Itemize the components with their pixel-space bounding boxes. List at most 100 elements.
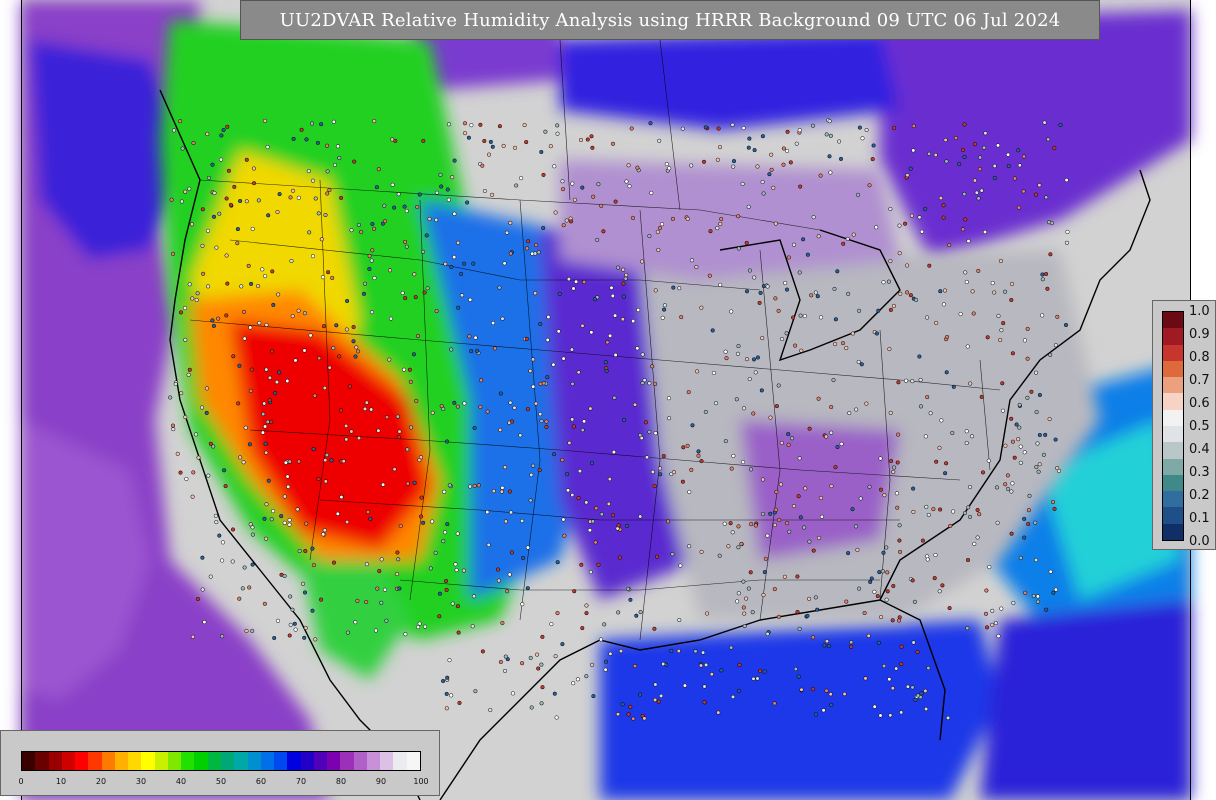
station-dot <box>241 460 246 465</box>
station-dot <box>236 401 241 406</box>
station-dot <box>811 215 816 220</box>
station-dot <box>536 666 541 671</box>
station-dot <box>776 614 781 619</box>
station-dot <box>288 594 293 599</box>
station-dot <box>1010 351 1015 356</box>
station-dot <box>1044 607 1049 612</box>
station-dot <box>797 128 802 133</box>
station-dot <box>757 300 762 305</box>
station-dot <box>751 357 757 362</box>
station-dot <box>615 712 621 717</box>
station-dot <box>841 241 846 246</box>
station-dot <box>779 440 784 445</box>
station-dot <box>490 144 495 149</box>
station-dot <box>854 407 859 412</box>
station-dot <box>365 509 371 515</box>
colorbar-right-swatch <box>1163 312 1183 329</box>
station-dot <box>584 603 589 608</box>
station-dot <box>238 455 243 460</box>
station-dot <box>760 477 765 482</box>
station-dot <box>488 707 493 713</box>
station-dot <box>1064 240 1069 245</box>
station-dot <box>1034 410 1039 415</box>
station-dot <box>1040 272 1045 277</box>
station-dot <box>744 289 750 294</box>
station-dot <box>741 406 747 411</box>
station-dot <box>555 131 560 136</box>
station-dot <box>844 599 849 604</box>
station-dot <box>744 357 750 362</box>
station-dot <box>263 536 269 541</box>
station-dot <box>504 230 510 235</box>
station-dot <box>599 512 604 517</box>
station-dot <box>976 268 981 273</box>
station-dot <box>434 309 439 314</box>
station-dot <box>275 209 280 215</box>
station-dot <box>911 640 916 645</box>
station-dot <box>768 511 773 516</box>
station-dot <box>773 507 778 512</box>
station-dot <box>891 303 896 308</box>
station-dot <box>323 212 328 218</box>
station-dot <box>620 702 625 707</box>
station-dot <box>618 649 624 654</box>
station-dot <box>938 507 943 512</box>
station-dot <box>331 346 336 351</box>
station-dot <box>794 141 799 146</box>
station-dot <box>962 192 967 197</box>
station-dot <box>791 315 796 320</box>
station-dot <box>367 266 372 272</box>
station-dot <box>449 264 454 270</box>
station-dot <box>785 148 790 153</box>
station-dot <box>361 291 367 296</box>
station-dot <box>447 658 452 663</box>
station-dot <box>560 642 565 647</box>
station-dot <box>719 668 724 673</box>
station-dot <box>462 261 467 266</box>
station-dot <box>858 496 863 501</box>
station-dot <box>1048 352 1053 357</box>
station-dot <box>790 436 795 441</box>
station-dot <box>1035 594 1040 599</box>
station-dot <box>395 550 400 555</box>
station-dot <box>417 458 422 463</box>
station-dot <box>402 204 407 209</box>
station-dot <box>923 434 928 439</box>
station-dot <box>299 127 304 132</box>
station-dot <box>962 511 968 516</box>
station-dot <box>561 517 566 522</box>
station-dot <box>263 424 268 429</box>
station-dot <box>916 693 921 698</box>
station-dot <box>1051 590 1056 595</box>
station-dot <box>837 139 842 144</box>
station-dot <box>447 483 452 488</box>
station-dot <box>908 293 913 298</box>
station-dot <box>325 191 330 196</box>
station-dot <box>230 527 236 532</box>
station-dot <box>774 404 779 409</box>
station-dot <box>518 433 523 438</box>
station-dot <box>271 302 276 307</box>
station-dot <box>194 432 199 437</box>
station-dot <box>829 430 834 435</box>
station-dot <box>884 597 889 602</box>
station-dot <box>694 264 699 270</box>
station-dot <box>958 312 963 317</box>
station-dot <box>768 415 773 420</box>
colorbar-bottom-swatch <box>167 752 182 770</box>
station-dot <box>548 144 553 149</box>
station-dot <box>345 519 350 525</box>
station-dot <box>266 213 271 218</box>
station-dot <box>810 123 816 128</box>
station-dot <box>818 173 823 178</box>
station-dot <box>829 702 834 708</box>
station-dot <box>758 668 763 674</box>
colorbar-right-swatch <box>1163 360 1183 378</box>
station-dot <box>947 606 952 611</box>
station-dot <box>910 578 915 583</box>
station-dot <box>846 291 851 296</box>
colorbar-bottom-swatch <box>234 752 248 770</box>
station-dot <box>335 511 340 516</box>
station-dot <box>541 381 546 386</box>
station-dot <box>897 251 902 256</box>
